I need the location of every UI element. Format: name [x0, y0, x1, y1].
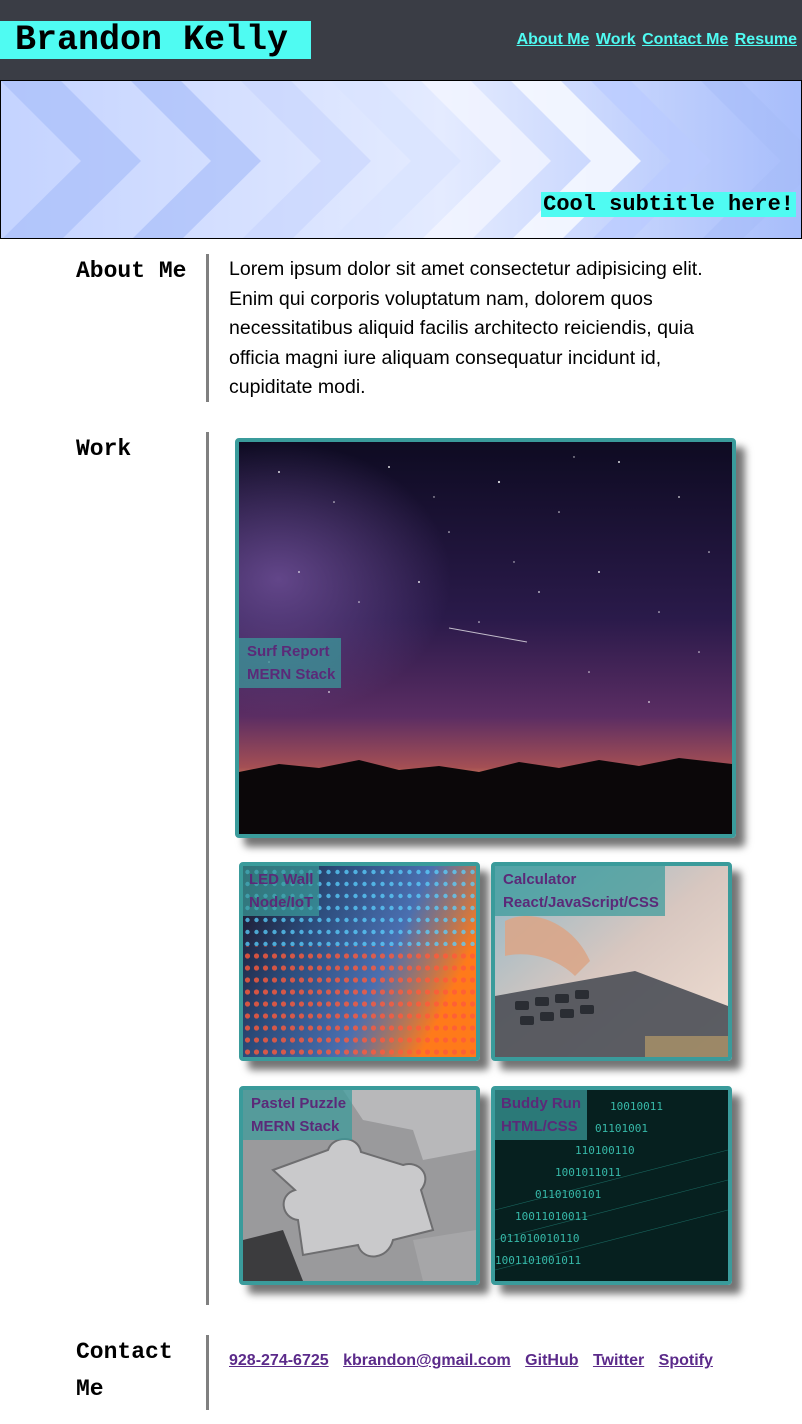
svg-text:10010011: 10010011	[610, 1100, 663, 1113]
svg-text:011010010110: 011010010110	[500, 1232, 579, 1245]
svg-text:0110100101: 0110100101	[535, 1188, 601, 1201]
project-label: Surf Report MERN Stack	[239, 638, 342, 688]
svg-text:110100110: 110100110	[575, 1144, 635, 1157]
project-stack: Node/IoT	[249, 894, 314, 911]
project-stack: MERN Stack	[247, 666, 336, 683]
github-link[interactable]: GitHub	[525, 1352, 578, 1369]
about-divider	[206, 254, 209, 402]
project-label: Buddy Run HTML/CSS	[495, 1090, 587, 1140]
phone-link[interactable]: 928-274-6725	[229, 1352, 329, 1369]
project-card-calculator[interactable]: Calculator React/JavaScript/CSS	[491, 862, 732, 1061]
project-label: Pastel Puzzle MERN Stack	[243, 1090, 353, 1140]
main-nav: About Me Work Contact Me Resume	[515, 31, 797, 49]
project-name: Buddy Run	[501, 1095, 581, 1112]
project-stack: React/JavaScript/CSS	[503, 894, 659, 911]
work-divider	[206, 432, 209, 1305]
twitter-link[interactable]: Twitter	[593, 1352, 644, 1369]
nav-contact-me[interactable]: Contact Me	[642, 31, 728, 48]
contact-links: 928-274-6725 kbrandon@gmail.com GitHub T…	[229, 1352, 723, 1370]
project-card-buddy-run[interactable]: 10010011 01101001 110100110 1001011011 0…	[491, 1086, 732, 1285]
project-label: Calculator React/JavaScript/CSS	[495, 866, 665, 916]
email-link[interactable]: kbrandon@gmail.com	[343, 1352, 511, 1369]
project-card-led-wall[interactable]: LED Wall Node/IoT	[239, 862, 480, 1061]
svg-text:10011010011: 10011010011	[515, 1210, 588, 1223]
nav-about-me[interactable]: About Me	[517, 31, 590, 48]
hero-subtitle: Cool subtitle here!	[541, 192, 796, 217]
hero-banner: Cool subtitle here!	[0, 80, 802, 239]
project-card-surf-report[interactable]: Surf Report MERN Stack	[235, 438, 736, 838]
project-name: Surf Report	[247, 643, 330, 660]
site-name: Brandon Kelly	[0, 21, 311, 59]
spotify-link[interactable]: Spotify	[659, 1352, 713, 1369]
nav-resume[interactable]: Resume	[735, 31, 797, 48]
project-card-pastel-puzzle[interactable]: Pastel Puzzle MERN Stack	[239, 1086, 480, 1285]
site-header: Brandon Kelly About Me Work Contact Me R…	[0, 0, 802, 80]
svg-text:01101001: 01101001	[595, 1122, 648, 1135]
project-name: Pastel Puzzle	[251, 1095, 347, 1112]
contact-section-title: Contact Me	[76, 1339, 173, 1402]
project-stack: HTML/CSS	[501, 1118, 578, 1135]
project-name: Calculator	[503, 871, 577, 888]
svg-text:1001101001011: 1001101001011	[495, 1254, 581, 1267]
nav-work[interactable]: Work	[596, 31, 636, 48]
project-label: LED Wall Node/IoT	[243, 866, 320, 916]
contact-divider	[206, 1335, 209, 1410]
about-text: Lorem ipsum dolor sit amet consectetur a…	[229, 258, 703, 398]
svg-text:1001011011: 1001011011	[555, 1166, 621, 1179]
about-section-title: About Me	[76, 258, 187, 284]
project-name: LED Wall	[249, 871, 314, 888]
work-section-title: Work	[76, 436, 132, 462]
project-stack: MERN Stack	[251, 1118, 340, 1135]
